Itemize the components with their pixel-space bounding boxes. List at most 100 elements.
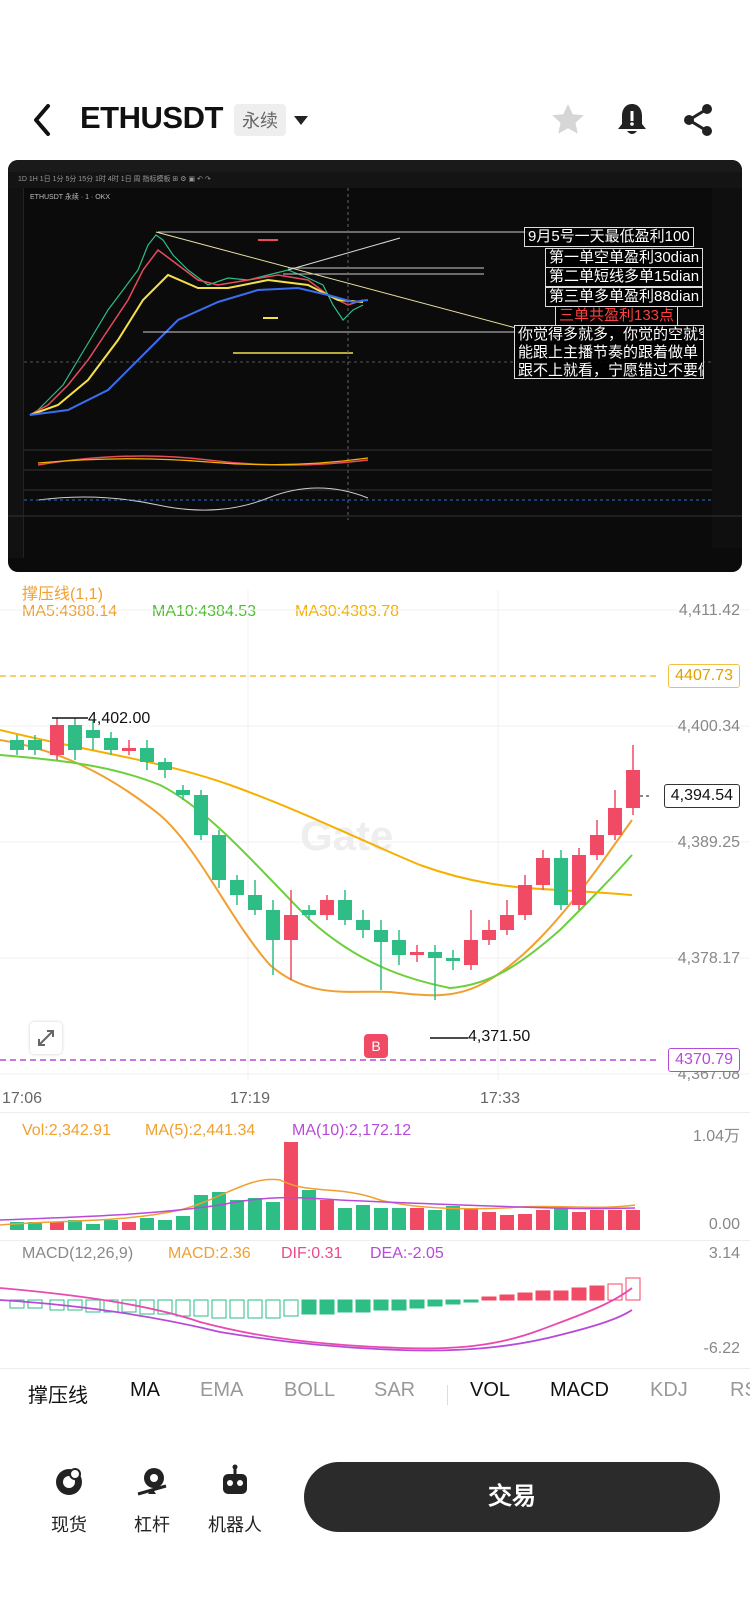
volume-bar	[266, 1202, 280, 1230]
macd-bar	[481, 1296, 497, 1301]
macd-bar	[499, 1294, 515, 1301]
page-title[interactable]: ETHUSDT	[80, 100, 223, 136]
macd-bar	[247, 1299, 263, 1319]
star-icon[interactable]	[548, 100, 588, 140]
volume-bar	[302, 1190, 316, 1230]
tab-rsi[interactable]: RSI	[730, 1379, 750, 1402]
tab-kdj[interactable]: KDJ	[650, 1379, 688, 1402]
macd-bar	[67, 1299, 83, 1311]
macd-chart	[0, 1277, 641, 1352]
candle-body	[10, 740, 24, 750]
volume-bar	[140, 1218, 154, 1230]
macd-bar	[427, 1299, 443, 1307]
tab-ma[interactable]: MA	[130, 1379, 160, 1402]
candle-body	[554, 858, 568, 905]
volume-bar	[338, 1208, 352, 1230]
volume-bar	[536, 1210, 550, 1230]
nav-spot-label: 现货	[51, 1515, 87, 1535]
macd-bar	[175, 1299, 191, 1317]
macd-bar	[373, 1299, 389, 1311]
volume-bar	[590, 1210, 604, 1230]
nav-spot[interactable]: 现货	[34, 1464, 104, 1537]
axis-label-1: 4,411.42	[678, 602, 740, 619]
volume-bar	[428, 1210, 442, 1230]
macd-axis-bottom: -6.22	[703, 1340, 740, 1357]
macd-bar	[445, 1299, 461, 1305]
candle-body	[374, 930, 388, 942]
tab-support-resistance[interactable]: 撑压线	[28, 1379, 88, 1408]
candle-body	[176, 790, 190, 795]
volume-bar	[248, 1198, 262, 1230]
candle-body	[392, 940, 406, 955]
nav-leverage[interactable]: 杠杆	[117, 1464, 187, 1537]
candle-body	[518, 885, 532, 915]
volume-bar	[230, 1200, 244, 1230]
tab-boll[interactable]: BOLL	[284, 1379, 335, 1402]
support-price-tag: 4370.79	[668, 1048, 740, 1072]
note-line-1: 你觉得多就多，你觉的空就空	[518, 326, 704, 343]
volume-bar	[122, 1222, 136, 1230]
volume-bar	[356, 1205, 370, 1230]
candle-body	[410, 952, 424, 955]
bell-alert-icon[interactable]	[612, 100, 652, 140]
tab-ema[interactable]: EMA	[200, 1379, 243, 1402]
note-line-3: 跟不上就看，宁愿错过不要做错	[518, 362, 703, 379]
candles-layer	[10, 717, 650, 1039]
candle-body	[338, 900, 352, 920]
time-label-1: 17:06	[2, 1090, 43, 1107]
macd-axis-top: 3.14	[708, 1245, 740, 1262]
candle-body	[446, 958, 460, 961]
vol-axis-bottom: 0.00	[708, 1216, 740, 1233]
candle-body	[608, 808, 622, 835]
volume-bar	[158, 1220, 172, 1230]
volume-bar	[176, 1216, 190, 1230]
tab-sar[interactable]: SAR	[374, 1379, 415, 1402]
candle-body	[284, 915, 298, 940]
macd-bar	[553, 1290, 569, 1301]
tab-vol[interactable]: VOL	[470, 1379, 510, 1402]
axis-label-2: 4,400.34	[677, 718, 740, 735]
macd-bar	[571, 1287, 587, 1301]
dropdown-triangle-icon[interactable]	[293, 114, 309, 132]
volume-bar	[464, 1208, 478, 1230]
macd-bar	[27, 1299, 43, 1309]
spot-icon	[56, 1468, 82, 1495]
macd-bar	[337, 1299, 353, 1313]
volume-bars	[0, 1142, 640, 1230]
macd-bar	[355, 1299, 371, 1313]
macd-bar	[535, 1290, 551, 1301]
macd-bar	[319, 1299, 335, 1315]
candle-body	[212, 835, 226, 880]
volume-bar	[518, 1214, 532, 1230]
header: ETHUSDT 永续	[0, 90, 750, 150]
candle-body	[50, 725, 64, 755]
vol-axis-top: 1.04万	[692, 1128, 740, 1145]
perpetual-badge: 永续	[234, 104, 286, 136]
volume-bar	[500, 1215, 514, 1230]
robot-icon	[223, 1464, 247, 1494]
volume-bar	[86, 1224, 100, 1230]
tab-macd[interactable]: MACD	[550, 1379, 609, 1402]
share-icon[interactable]	[678, 100, 718, 140]
annotation-line-4: 第三单多单盈利88dian	[545, 287, 704, 307]
volume-bar	[50, 1222, 64, 1230]
trade-button[interactable]: 交易	[304, 1462, 720, 1532]
candle-body	[536, 858, 550, 885]
candle-body	[320, 900, 334, 915]
candle-body	[68, 725, 82, 750]
nav-robot[interactable]: 机器人	[200, 1464, 270, 1537]
leverage-icon	[137, 1468, 167, 1496]
candle-body	[266, 910, 280, 940]
candle-body	[302, 910, 316, 915]
volume-bar	[446, 1206, 460, 1230]
annotation-line-2: 第一单空单盈利30dian	[545, 248, 704, 268]
candle-body	[464, 940, 478, 965]
candle-body	[248, 895, 262, 910]
buy-marker[interactable]: B	[364, 1034, 388, 1058]
volume-bar	[626, 1210, 640, 1230]
back-icon[interactable]	[24, 98, 64, 142]
expand-icon[interactable]	[30, 1022, 62, 1054]
candle-body	[104, 738, 118, 750]
candle-body	[28, 740, 42, 750]
note-line-2: 能跟上主播节奏的跟着做单	[518, 344, 699, 361]
